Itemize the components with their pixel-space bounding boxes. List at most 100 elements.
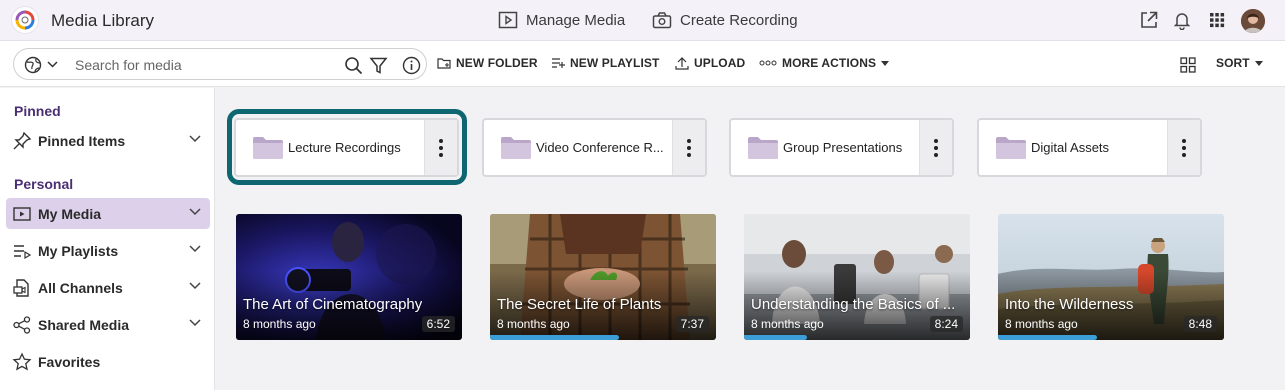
- search-input[interactable]: [75, 55, 335, 75]
- globe-icon[interactable]: [24, 56, 42, 74]
- kebab-dot: [439, 153, 443, 157]
- caret-down-icon: [1254, 60, 1263, 66]
- folder-menu-button[interactable]: [672, 120, 705, 175]
- folder-menu-button[interactable]: [1167, 120, 1200, 175]
- upload-label: UPLOAD: [694, 56, 746, 70]
- info-icon[interactable]: [402, 56, 421, 75]
- folder-name: Group Presentations: [783, 140, 903, 155]
- media-age: 8 months ago: [243, 317, 316, 331]
- sidebar-item-all-channels[interactable]: All Channels: [6, 272, 210, 303]
- external-link-icon[interactable]: [1139, 10, 1161, 32]
- kebab-dot: [687, 153, 691, 157]
- app-header: Media Library Manage Media Create Record…: [0, 0, 1285, 41]
- kebab-dot: [439, 139, 443, 143]
- bell-icon[interactable]: [1172, 10, 1194, 32]
- kebab-dot: [934, 139, 938, 143]
- logo-icon: [15, 10, 35, 30]
- sidebar-item-pinned-items[interactable]: Pinned Items: [6, 125, 210, 156]
- folder-plus-icon: [437, 58, 451, 69]
- sidebar-item-label: My Playlists: [38, 243, 119, 259]
- channels-icon: [13, 279, 29, 297]
- create-recording-link[interactable]: Create Recording: [652, 11, 798, 29]
- sidebar-item-label: Shared Media: [38, 317, 130, 333]
- kebab-dot: [1182, 153, 1186, 157]
- sidebar-item-favorites[interactable]: Favorites: [6, 346, 210, 377]
- media-card[interactable]: The Secret Life of Plants 8 months ago 7…: [490, 214, 716, 340]
- media-card[interactable]: Into the Wilderness 8 months ago 8:48: [998, 214, 1224, 340]
- app-logo[interactable]: [12, 7, 38, 33]
- kebab-dot: [934, 146, 938, 150]
- media-age: 8 months ago: [751, 317, 824, 331]
- sidebar-item-label: My Media: [38, 206, 102, 222]
- media-card[interactable]: Understanding the Basics of ... 8 months…: [744, 214, 970, 340]
- new-folder-button[interactable]: NEW FOLDER: [437, 56, 538, 70]
- folder-menu-button[interactable]: [919, 120, 952, 175]
- new-folder-label: NEW FOLDER: [456, 56, 538, 70]
- kebab-dot: [687, 146, 691, 150]
- media-title: Into the Wilderness: [1005, 296, 1134, 313]
- video-file-icon: [498, 11, 518, 29]
- upload-button[interactable]: UPLOAD: [675, 56, 745, 70]
- folder-name: Video Conference R...: [536, 140, 664, 155]
- user-avatar[interactable]: [1241, 9, 1265, 33]
- media-title: The Secret Life of Plants: [497, 296, 662, 313]
- chevron-down-icon[interactable]: [47, 61, 58, 68]
- new-playlist-label: NEW PLAYLIST: [570, 56, 660, 70]
- manage-media-link[interactable]: Manage Media: [498, 11, 625, 29]
- sidebar-item-shared-media[interactable]: Shared Media: [6, 309, 210, 340]
- sidebar-item-my-media[interactable]: My Media: [6, 198, 210, 229]
- folder-card[interactable]: Group Presentations: [729, 118, 954, 177]
- playlist-add-icon: [552, 58, 565, 68]
- media-icon: [13, 207, 31, 221]
- new-playlist-button[interactable]: NEW PLAYLIST: [551, 56, 659, 70]
- upload-icon: [675, 57, 689, 70]
- folder-icon: [501, 137, 531, 159]
- media-toolbar: NEW FOLDER NEW PLAYLIST UPLOAD MORE ACTI…: [0, 41, 1285, 87]
- search-icon[interactable]: [344, 56, 363, 75]
- folder-icon: [253, 137, 283, 159]
- folder-icon: [996, 137, 1026, 159]
- grid-view-icon[interactable]: [1180, 57, 1196, 73]
- sidebar-item-label: Pinned Items: [38, 133, 126, 149]
- folder-menu-button[interactable]: [424, 120, 457, 175]
- star-icon: [12, 352, 32, 371]
- kebab-dot: [1182, 146, 1186, 150]
- camera-icon: [652, 12, 672, 29]
- folder-card[interactable]: Lecture Recordings: [234, 118, 459, 177]
- kebab-dot: [934, 153, 938, 157]
- media-card[interactable]: The Art of Cinematography 8 months ago 6…: [236, 214, 462, 340]
- chevron-down-icon[interactable]: [189, 245, 201, 253]
- more-actions-button[interactable]: MORE ACTIONS: [759, 56, 890, 70]
- section-label-personal: Personal: [14, 176, 74, 192]
- app-title: Media Library: [51, 11, 154, 30]
- kebab-dot: [687, 139, 691, 143]
- create-recording-label: Create Recording: [680, 11, 798, 29]
- sort-label: SORT: [1216, 56, 1250, 70]
- folder-card[interactable]: Digital Assets: [977, 118, 1202, 177]
- watch-progress-bar: [998, 335, 1098, 340]
- folder-card[interactable]: Video Conference R...: [482, 118, 707, 177]
- sidebar-item-label: All Channels: [38, 280, 123, 296]
- media-duration: 7:37: [675, 316, 709, 332]
- share-icon: [13, 316, 31, 334]
- media-title: The Art of Cinematography: [243, 296, 423, 313]
- sort-button[interactable]: SORT: [1216, 56, 1263, 70]
- more-dots-icon: [759, 60, 777, 66]
- caret-down-icon: [881, 60, 890, 66]
- section-label-pinned: Pinned: [14, 103, 61, 119]
- chevron-down-icon[interactable]: [189, 208, 201, 216]
- more-actions-label: MORE ACTIONS: [782, 56, 877, 70]
- chevron-down-icon[interactable]: [189, 135, 201, 143]
- manage-media-label: Manage Media: [526, 11, 626, 29]
- chevron-down-icon[interactable]: [189, 282, 201, 290]
- folder-icon: [748, 137, 778, 159]
- sidebar-item-my-playlists[interactable]: My Playlists: [6, 235, 210, 266]
- chevron-down-icon[interactable]: [189, 319, 201, 327]
- filter-icon[interactable]: [369, 56, 388, 75]
- apps-grid-icon[interactable]: [1207, 10, 1229, 32]
- media-title: Understanding the Basics of ...: [751, 296, 956, 313]
- folder-name: Digital Assets: [1031, 140, 1110, 155]
- media-age: 8 months ago: [497, 317, 570, 331]
- folder-name: Lecture Recordings: [288, 140, 401, 155]
- media-duration: 8:24: [929, 316, 963, 332]
